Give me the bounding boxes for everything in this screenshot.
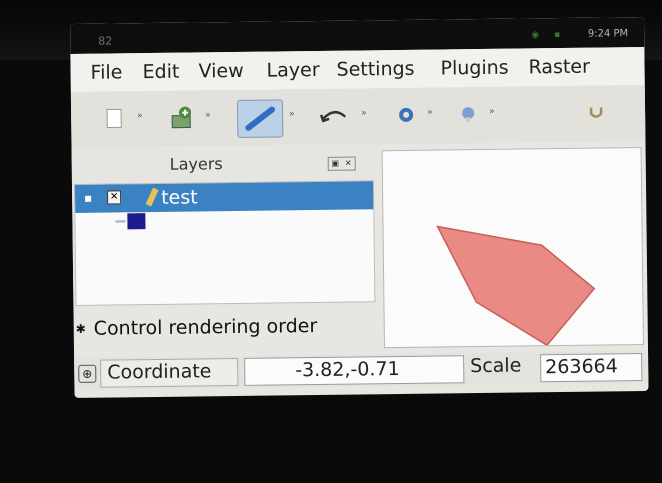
add-layer-icon[interactable] <box>167 102 197 132</box>
dropdown-arrow-icon[interactable]: » <box>361 108 367 118</box>
map-svg <box>436 225 596 347</box>
dropdown-arrow-icon[interactable]: » <box>489 107 495 117</box>
identify-icon[interactable] <box>453 99 483 129</box>
scale-input[interactable]: 263664 <box>540 353 643 383</box>
edit-pencil-icon[interactable] <box>236 99 284 138</box>
coordinate-label: Coordinate <box>107 360 212 384</box>
toolbar: » » » » » » <box>70 84 646 148</box>
layer-visibility-checkbox[interactable]: ✕ <box>107 190 122 205</box>
control-rendering-order-checkbox[interactable]: ✱ <box>76 322 86 336</box>
float-icon[interactable]: ▣ <box>329 158 342 170</box>
menu-file[interactable]: File <box>90 61 122 83</box>
dropdown-arrow-icon[interactable]: » <box>205 110 211 120</box>
layer-name: test <box>160 186 198 209</box>
magnet-icon[interactable] <box>581 97 611 127</box>
settings-icon[interactable] <box>391 100 421 130</box>
menu-layer[interactable]: Layer <box>266 59 319 82</box>
layers-panel: Layers ▣ ✕ ✕ test <box>71 146 376 310</box>
signal-icon: ◉ ▪ <box>531 29 567 41</box>
scale-value: 263664 <box>545 355 618 379</box>
editing-pencil-icon <box>145 187 159 207</box>
dropdown-arrow-icon[interactable]: » <box>427 108 433 118</box>
layers-panel-title: Layers <box>169 154 223 174</box>
status-bottom-bar: ⊕ Coordinate -3.82,-0.71 Scale 263664 <box>74 350 649 390</box>
undo-icon[interactable] <box>319 101 349 131</box>
status-time: 9:24 PM <box>587 28 629 40</box>
legend-connector <box>115 220 126 223</box>
layer-row-test[interactable]: ✕ test <box>74 181 374 213</box>
map-canvas[interactable] <box>381 147 644 349</box>
scale-label: Scale <box>470 354 522 378</box>
coordinate-value-field[interactable]: -3.82,-0.71 <box>244 355 465 386</box>
dropdown-arrow-icon[interactable]: » <box>289 109 295 119</box>
menu-settings[interactable]: Settings <box>336 58 414 81</box>
coordinate-label-box[interactable]: Coordinate <box>100 357 239 388</box>
menu-edit[interactable]: Edit <box>142 61 179 83</box>
panel-float-close-buttons[interactable]: ▣ ✕ <box>327 156 356 171</box>
polygon-feature <box>436 225 596 347</box>
menu-view[interactable]: View <box>198 60 243 83</box>
layer-list: ✕ test <box>73 180 376 306</box>
dropdown-arrow-icon[interactable]: » <box>137 111 143 121</box>
menu-raster[interactable]: Raster <box>528 56 590 79</box>
coordinate-value: -3.82,-0.71 <box>295 357 400 382</box>
layer-symbol-swatch <box>127 213 146 230</box>
app-screen: 82 ◉ ▪ 9:24 PM File Edit View Layer Sett… <box>70 16 649 398</box>
new-project-icon[interactable] <box>99 103 129 133</box>
coordinate-toggle-icon[interactable]: ⊕ <box>78 364 97 383</box>
status-left-text: 82 <box>98 34 113 48</box>
device-bezel-bottom <box>0 398 662 483</box>
close-icon[interactable]: ✕ <box>342 158 355 170</box>
control-rendering-order-label: Control rendering order <box>93 315 318 340</box>
expand-icon[interactable] <box>85 195 92 202</box>
control-rendering-order[interactable]: ✱ Control rendering order <box>74 312 374 346</box>
menu-plugins[interactable]: Plugins <box>440 57 508 80</box>
